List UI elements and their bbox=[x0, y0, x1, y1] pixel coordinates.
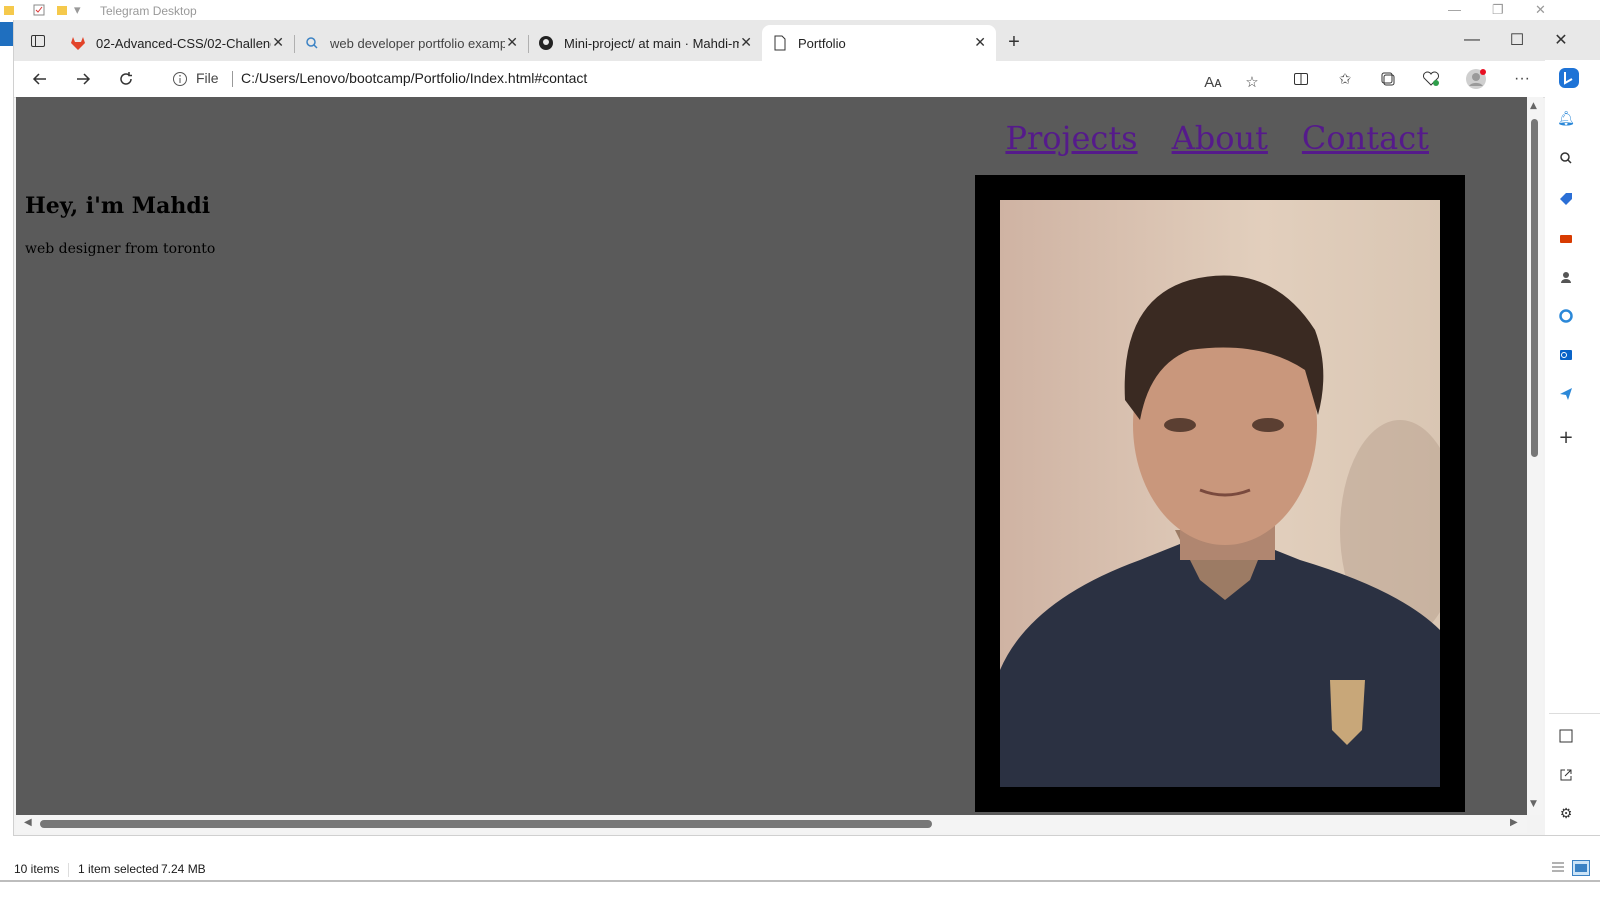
address-bar[interactable]: File C:/Users/Lenovo/bootcamp/Portfolio/… bbox=[156, 64, 1274, 94]
scroll-right-icon[interactable]: ▶ bbox=[1510, 817, 1518, 828]
games-icon[interactable] bbox=[1557, 268, 1575, 286]
edge-sidebar: 🔔︎ + ⚙ bbox=[1545, 60, 1600, 835]
search-icon bbox=[304, 35, 320, 51]
hero-section: Hey, i'm Mahdi web designer from toronto bbox=[25, 193, 215, 257]
forward-icon[interactable] bbox=[71, 67, 95, 91]
selection-count: 1 item selected bbox=[78, 862, 159, 876]
scroll-left-icon[interactable]: ◀ bbox=[24, 817, 32, 828]
external-link-icon[interactable] bbox=[1557, 766, 1575, 784]
url-text[interactable]: C:/Users/Lenovo/bootcamp/Portfolio/Index… bbox=[241, 70, 587, 86]
view-toggle bbox=[1550, 860, 1590, 876]
gitlab-icon bbox=[70, 35, 86, 51]
scroll-down-icon[interactable]: ▼ bbox=[1530, 799, 1537, 809]
split-screen-icon[interactable] bbox=[1289, 67, 1313, 91]
maximize-icon[interactable]: ☐ bbox=[1505, 28, 1529, 52]
close-window-icon[interactable]: ✕ bbox=[1549, 28, 1573, 52]
tools-icon[interactable] bbox=[1557, 229, 1575, 247]
selection-size: 7.24 MB bbox=[161, 862, 206, 876]
info-icon[interactable] bbox=[172, 71, 188, 87]
tab-close-icon[interactable]: ✕ bbox=[740, 34, 752, 51]
minimize-icon[interactable]: — bbox=[1460, 28, 1484, 52]
favorites-icon[interactable]: ✩ bbox=[1333, 67, 1357, 91]
outlook-icon[interactable] bbox=[1557, 346, 1575, 364]
tab-label: Portfolio bbox=[798, 35, 846, 51]
profile-photo bbox=[1000, 200, 1440, 787]
tab-github[interactable]: Mini-project/ at main · Mahdi-m ✕ bbox=[528, 25, 762, 61]
back-icon[interactable] bbox=[28, 67, 52, 91]
nav-link-projects[interactable]: Projects bbox=[1005, 119, 1137, 157]
explorer-status-bar: 10 items 1 item selected 7.24 MB bbox=[0, 836, 1600, 900]
close-icon[interactable]: ✕ bbox=[1535, 2, 1546, 18]
tab-strip: 02-Advanced-CSS/02-Challenge ✕ web devel… bbox=[14, 20, 1600, 61]
browser-essentials-icon[interactable] bbox=[1419, 67, 1443, 91]
new-folder-icon[interactable] bbox=[56, 4, 68, 16]
refresh-icon[interactable] bbox=[114, 67, 138, 91]
add-sidebar-app-icon[interactable]: + bbox=[1557, 427, 1575, 448]
tab-label: web developer portfolio example bbox=[330, 35, 505, 51]
more-options-icon[interactable]: ··· bbox=[1510, 67, 1534, 91]
search-icon[interactable] bbox=[1557, 149, 1575, 167]
new-tab-icon[interactable]: + bbox=[1002, 30, 1026, 54]
vertical-scrollbar[interactable]: ▲ ▼ bbox=[1527, 97, 1543, 815]
folder-icon bbox=[4, 6, 14, 15]
page-subheading: web designer from toronto bbox=[25, 241, 216, 257]
collections-icon[interactable] bbox=[1376, 67, 1400, 91]
notifications-icon[interactable]: 🔔︎ bbox=[1557, 110, 1575, 128]
page-heading: Hey, i'm Mahdi bbox=[25, 193, 211, 219]
photo-frame bbox=[975, 175, 1465, 812]
status-separator bbox=[68, 863, 69, 877]
tab-label: 02-Advanced-CSS/02-Challenge bbox=[96, 35, 271, 51]
read-aloud-icon[interactable]: Aᴀ bbox=[1201, 70, 1225, 94]
bing-copilot-icon[interactable] bbox=[1557, 66, 1581, 90]
nav-link-contact[interactable]: Contact bbox=[1302, 119, 1429, 157]
hide-sidebar-icon[interactable] bbox=[1557, 727, 1575, 745]
tab-label: Mini-project/ at main · Mahdi-m bbox=[564, 35, 739, 51]
details-view-icon[interactable] bbox=[1550, 860, 1566, 874]
sidebar-divider bbox=[1549, 713, 1600, 714]
horizontal-scrollbar[interactable]: ◀ ▶ bbox=[16, 815, 1527, 833]
favorite-star-icon[interactable]: ☆ bbox=[1240, 70, 1264, 94]
github-icon bbox=[538, 35, 554, 51]
explorer-accent bbox=[0, 22, 13, 46]
tab-actions-icon[interactable] bbox=[26, 29, 50, 53]
minimize-icon[interactable]: — bbox=[1448, 2, 1461, 17]
scroll-up-icon[interactable]: ▲ bbox=[1530, 101, 1537, 111]
scheme-label: File bbox=[196, 70, 219, 86]
shopping-icon[interactable] bbox=[1557, 190, 1575, 208]
large-icons-view-icon[interactable] bbox=[1572, 860, 1590, 876]
nav-link-about[interactable]: About bbox=[1172, 119, 1268, 157]
item-count: 10 items bbox=[14, 862, 60, 876]
page-nav: Projects About Contact bbox=[1005, 119, 1429, 157]
microsoft-365-icon[interactable] bbox=[1557, 307, 1575, 325]
send-icon[interactable] bbox=[1557, 385, 1575, 403]
background-window-title: Telegram Desktop bbox=[100, 4, 197, 18]
page-viewport: Projects About Contact Hey, i'm Mahdi we… bbox=[16, 97, 1527, 815]
taskbar-edge bbox=[0, 880, 1600, 882]
browser-toolbar: File C:/Users/Lenovo/bootcamp/Portfolio/… bbox=[14, 61, 1600, 98]
profile-avatar[interactable] bbox=[1464, 67, 1488, 91]
tab-search[interactable]: web developer portfolio example ✕ bbox=[294, 25, 529, 61]
tab-close-icon[interactable]: ✕ bbox=[272, 34, 284, 51]
tab-portfolio[interactable]: Portfolio ✕ bbox=[762, 25, 996, 61]
tab-challenge[interactable]: 02-Advanced-CSS/02-Challenge ✕ bbox=[60, 25, 295, 61]
tab-close-icon[interactable]: ✕ bbox=[506, 34, 518, 51]
address-divider bbox=[232, 71, 233, 87]
tab-close-icon[interactable]: ✕ bbox=[974, 34, 986, 51]
sidebar-settings-icon[interactable]: ⚙ bbox=[1557, 805, 1575, 823]
properties-icon[interactable] bbox=[33, 4, 45, 16]
restore-icon[interactable]: ❐ bbox=[1492, 2, 1504, 18]
page-icon bbox=[772, 35, 788, 51]
vertical-scroll-thumb[interactable] bbox=[1531, 119, 1538, 457]
horizontal-scroll-thumb[interactable] bbox=[40, 820, 932, 828]
quick-access-dropdown-icon[interactable]: ▾ bbox=[74, 2, 81, 18]
